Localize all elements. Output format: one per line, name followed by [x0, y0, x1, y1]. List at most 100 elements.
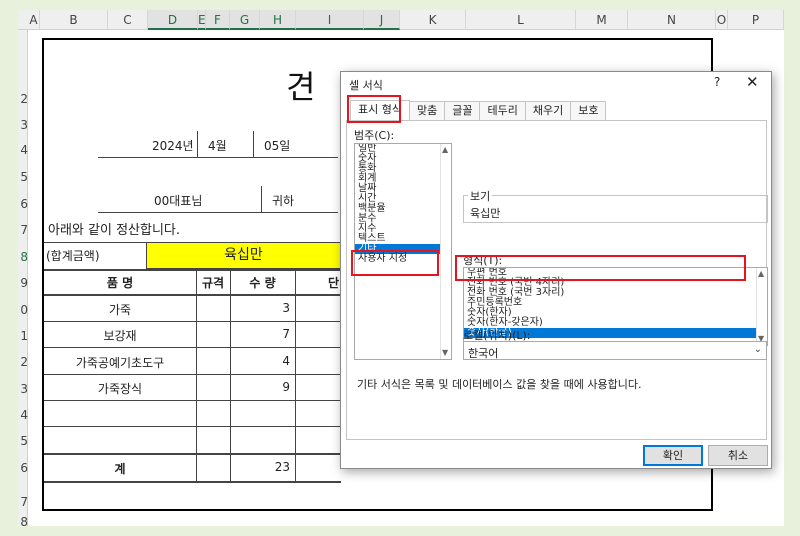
column-header-n[interactable]: N [628, 10, 716, 30]
category-description: 기타 서식은 목록 및 데이터베이스 값을 찾을 때에 사용합니다. [357, 378, 642, 391]
row-header[interactable]: 1 [18, 329, 28, 343]
row-header[interactable]: 2 [18, 355, 28, 369]
row-header[interactable]: 3 [18, 118, 28, 132]
chevron-up-icon[interactable]: ▲ [442, 145, 448, 154]
column-header-f[interactable]: F [206, 10, 230, 30]
date-divider [197, 131, 198, 157]
row-header[interactable]: 6 [18, 461, 28, 475]
tab-border[interactable]: 테두리 [479, 101, 526, 120]
header-item-name[interactable]: 품 명 [44, 274, 196, 291]
table-line [44, 321, 341, 322]
item-quantity[interactable]: 9 [230, 380, 290, 394]
date-underline [98, 157, 338, 158]
sample-group: 보기 육십만 [463, 188, 768, 223]
item-quantity[interactable]: 7 [230, 327, 290, 341]
column-header-e[interactable]: E [198, 10, 206, 30]
table-line [196, 269, 197, 482]
tab-alignment[interactable]: 맞춤 [408, 101, 446, 120]
close-icon[interactable]: ✕ [746, 73, 759, 91]
total-label[interactable]: (합계금액) [46, 243, 146, 269]
dialog-tabs: 표시 형식 맞춤 글꼴 테두리 채우기 보호 [350, 100, 607, 121]
locale-value: 한국어 [468, 347, 499, 360]
intro-text[interactable]: 아래와 같이 정산합니다. [48, 219, 180, 238]
cancel-button[interactable]: 취소 [708, 445, 768, 466]
header-unit-price[interactable]: 단 [328, 274, 339, 291]
category-list[interactable]: 일반 숫자 통화 회계 날짜 시간 백분율 분수 지수 텍스트 기타 사용자 지… [354, 143, 452, 360]
row-header[interactable]: 7 [18, 223, 28, 237]
tab-font[interactable]: 글꼴 [444, 101, 481, 120]
category-label: 범주(C): [354, 129, 395, 142]
format-cells-dialog: 셀 서식 ? ✕ 표시 형식 맞춤 글꼴 테두리 채우기 보호 범주(C): 일… [340, 71, 772, 469]
item-name[interactable]: 가죽장식 [44, 380, 196, 397]
tab-fill[interactable]: 채우기 [524, 101, 572, 120]
item-quantity[interactable]: 3 [230, 301, 290, 315]
sum-quantity[interactable]: 23 [230, 460, 290, 474]
item-name[interactable]: 보강재 [44, 327, 196, 344]
category-item[interactable]: 사용자 지정 [355, 254, 451, 264]
column-header-i[interactable]: I [296, 10, 364, 30]
client-honorific[interactable]: 귀하 [272, 192, 294, 209]
total-amount[interactable]: 육십만 [146, 242, 341, 269]
column-header-o[interactable]: O [716, 10, 728, 30]
column-header-j[interactable]: J [364, 10, 400, 30]
tab-number[interactable]: 표시 형식 [350, 100, 410, 121]
tab-protection[interactable]: 보호 [570, 101, 607, 120]
column-header-b[interactable]: B [40, 10, 108, 30]
item-quantity[interactable]: 4 [230, 354, 290, 368]
help-button[interactable]: ? [714, 75, 720, 89]
date-year[interactable]: 2024년 [152, 137, 194, 154]
row-header[interactable]: 5 [18, 434, 28, 448]
row-header[interactable]: 5 [18, 170, 28, 184]
column-headers: A B C D E F G H I J K L M N O P [18, 10, 784, 30]
row-header[interactable]: 8 [18, 250, 28, 264]
column-header-k[interactable]: K [400, 10, 466, 30]
number-tab-panel: 범주(C): 일반 숫자 통화 회계 날짜 시간 백분율 분수 지수 텍스트 기… [346, 120, 768, 440]
table-line [44, 374, 341, 375]
client-underline [98, 212, 338, 213]
sample-label: 보기 [468, 188, 493, 204]
column-header-a[interactable]: A [28, 10, 40, 30]
row-header[interactable]: 3 [18, 382, 28, 396]
table-line [44, 426, 341, 427]
chevron-up-icon[interactable]: ▲ [758, 269, 764, 278]
header-quantity[interactable]: 수 량 [230, 274, 295, 291]
row-header[interactable]: 9 [18, 276, 28, 290]
type-scrollbar[interactable]: ▲ ▼ [756, 268, 767, 345]
row-header[interactable]: 4 [18, 408, 28, 422]
column-header-d[interactable]: D [148, 10, 198, 30]
table-line [44, 294, 341, 296]
locale-select[interactable]: 한국어 ⌄ [463, 341, 767, 360]
column-header-p[interactable]: P [728, 10, 784, 30]
sample-value: 육십만 [470, 207, 501, 220]
row-header[interactable]: 4 [18, 143, 28, 157]
column-header-h[interactable]: H [260, 10, 296, 30]
chevron-down-icon[interactable]: ⌄ [754, 344, 762, 355]
row-header[interactable]: 7 [18, 495, 28, 509]
client-name[interactable]: 00대표님 [154, 192, 202, 209]
ok-button[interactable]: 확인 [643, 445, 703, 466]
row-header[interactable]: 6 [18, 197, 28, 211]
sum-label[interactable]: 계 [44, 460, 196, 477]
date-day[interactable]: 05일 [264, 137, 290, 154]
column-header-m[interactable]: M [576, 10, 628, 30]
date-month[interactable]: 4월 [208, 137, 227, 154]
row-header[interactable]: 0 [18, 303, 28, 317]
table-line [44, 242, 341, 243]
row-header[interactable]: 8 [18, 515, 28, 526]
type-label: 형식(T): [463, 254, 503, 267]
table-line [44, 481, 341, 483]
item-name[interactable]: 가죽공예기초도구 [44, 354, 196, 371]
row-headers: 2 3 4 5 6 7 8 9 0 1 2 3 4 5 6 7 8 [18, 30, 28, 526]
header-spec[interactable]: 규격 [196, 274, 230, 291]
date-divider [253, 131, 254, 157]
category-scrollbar[interactable]: ▲ ▼ [440, 144, 451, 359]
table-line [44, 347, 341, 348]
column-header-l[interactable]: L [466, 10, 576, 30]
column-header-c[interactable]: C [108, 10, 148, 30]
table-line [44, 269, 341, 271]
dialog-title: 셀 서식 [349, 79, 383, 92]
column-header-g[interactable]: G [230, 10, 260, 30]
item-name[interactable]: 가죽 [44, 301, 196, 318]
chevron-down-icon[interactable]: ▼ [442, 348, 448, 357]
row-header[interactable]: 2 [18, 92, 28, 106]
